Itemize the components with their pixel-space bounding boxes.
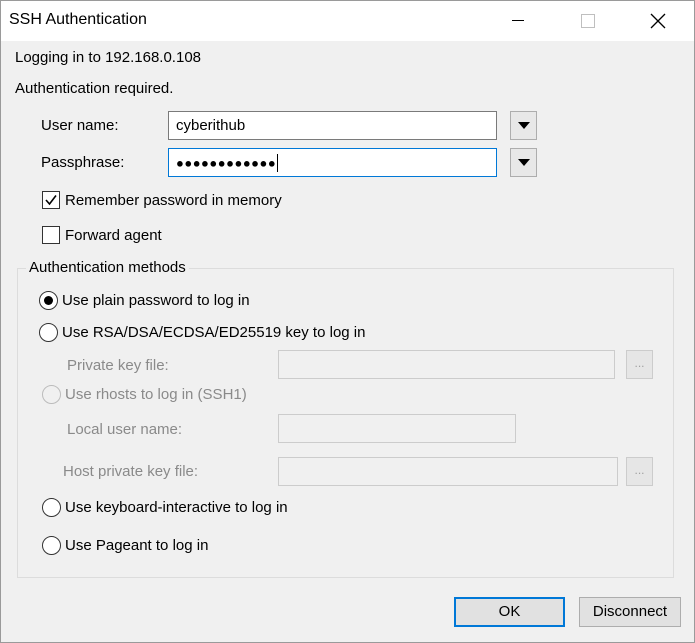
passphrase-input[interactable]: ●●●●●●●●●●●● bbox=[168, 148, 497, 177]
ssh-auth-dialog: SSH Authentication Logging in to 192.168… bbox=[0, 0, 695, 643]
text-caret bbox=[277, 154, 279, 173]
minimize-icon bbox=[512, 20, 524, 21]
disconnect-button[interactable]: Disconnect bbox=[579, 597, 681, 627]
title-bar[interactable]: SSH Authentication bbox=[1, 1, 694, 41]
username-label: User name: bbox=[41, 117, 119, 134]
close-button[interactable] bbox=[635, 1, 681, 41]
rhosts-radio[interactable] bbox=[42, 385, 61, 404]
auth-required-text: Authentication required. bbox=[15, 80, 174, 97]
ok-button[interactable]: OK bbox=[454, 597, 565, 627]
rsa-key-radio[interactable] bbox=[39, 323, 58, 342]
rhosts-label[interactable]: Use rhosts to log in (SSH1) bbox=[65, 386, 247, 403]
keyboard-interactive-radio[interactable] bbox=[42, 498, 61, 517]
private-key-browse-button[interactable]: ... bbox=[626, 350, 653, 379]
chevron-down-icon bbox=[517, 122, 530, 129]
window-title: SSH Authentication bbox=[9, 11, 147, 28]
maximize-button[interactable] bbox=[565, 1, 611, 41]
keyboard-interactive-label[interactable]: Use keyboard-interactive to log in bbox=[65, 499, 288, 516]
private-key-file-input[interactable] bbox=[278, 350, 615, 379]
forward-agent-label[interactable]: Forward agent bbox=[65, 227, 162, 244]
host-private-key-label: Host private key file: bbox=[63, 463, 199, 480]
host-private-key-input[interactable] bbox=[278, 457, 618, 486]
logging-in-text: Logging in to 192.168.0.108 bbox=[15, 49, 201, 66]
pageant-label[interactable]: Use Pageant to log in bbox=[65, 537, 208, 554]
passphrase-label: Passphrase: bbox=[41, 154, 125, 171]
local-user-name-label: Local user name: bbox=[67, 421, 183, 438]
host-key-browse-button[interactable]: ... bbox=[626, 457, 653, 486]
remember-password-checkbox[interactable] bbox=[42, 191, 60, 209]
close-icon bbox=[650, 13, 666, 29]
chevron-down-icon bbox=[517, 159, 530, 166]
rsa-key-label[interactable]: Use RSA/DSA/ECDSA/ED25519 key to log in bbox=[62, 324, 365, 341]
maximize-icon bbox=[581, 14, 595, 28]
username-dropdown-button[interactable] bbox=[510, 111, 537, 140]
pageant-radio[interactable] bbox=[42, 536, 61, 555]
passphrase-dropdown-button[interactable] bbox=[510, 148, 537, 177]
forward-agent-checkbox[interactable] bbox=[42, 226, 60, 244]
remember-password-label[interactable]: Remember password in memory bbox=[65, 192, 282, 209]
local-user-name-input[interactable] bbox=[278, 414, 516, 443]
checkmark-icon bbox=[45, 195, 57, 206]
username-value: cyberithub bbox=[176, 117, 246, 134]
minimize-button[interactable] bbox=[495, 1, 541, 41]
username-input[interactable]: cyberithub bbox=[168, 111, 497, 140]
private-key-file-label: Private key file: bbox=[67, 357, 169, 374]
auth-methods-group-label: Authentication methods bbox=[26, 259, 189, 276]
plain-password-label[interactable]: Use plain password to log in bbox=[62, 292, 250, 309]
passphrase-masked-value: ●●●●●●●●●●●● bbox=[176, 155, 277, 171]
plain-password-radio[interactable] bbox=[39, 291, 58, 310]
